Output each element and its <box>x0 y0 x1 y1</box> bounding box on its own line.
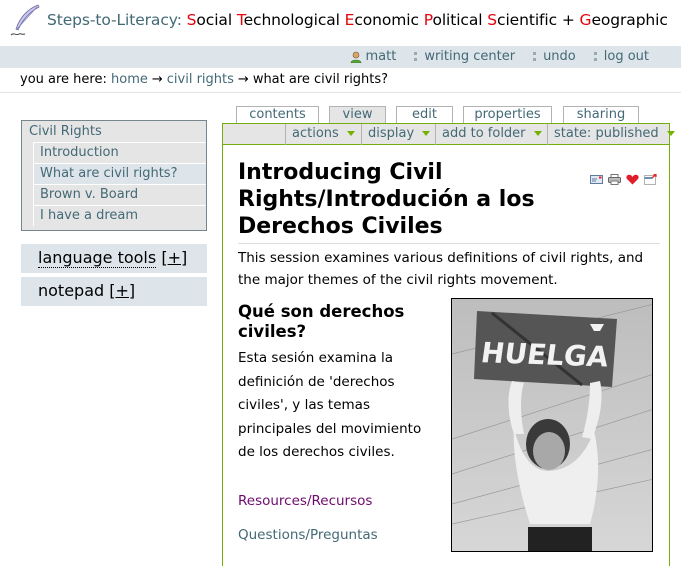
notepad-label: notepad <box>38 281 105 300</box>
questions-link[interactable]: Questions/Preguntas <box>238 527 378 543</box>
subtitle-word: echnological <box>243 11 345 29</box>
nav-item-what-are-civil-rights[interactable]: What are civil rights? <box>33 163 206 184</box>
notepad-toggle[interactable]: [+] <box>109 281 135 300</box>
subtitle-initial: T <box>236 11 244 29</box>
subtitle-initial: E <box>344 11 355 29</box>
dropdown-arrow-icon <box>666 131 675 136</box>
photo-illustration: HUELGA <box>452 299 652 551</box>
breadcrumb-current: what are civil rights? <box>252 72 389 87</box>
tab-sharing[interactable]: sharing <box>563 106 639 123</box>
full-screen-icon[interactable] <box>644 173 657 185</box>
send-mail-icon[interactable] <box>590 174 603 185</box>
site-subtitle: Social Technological Economic Political … <box>187 11 668 29</box>
actions-menu[interactable]: actions <box>285 124 355 145</box>
personal-bar: matt writing center undo log out <box>0 46 681 68</box>
subtitle-word: olitical <box>432 11 488 29</box>
language-tools-toggle[interactable]: [+] <box>161 248 187 267</box>
log-out-label: log out <box>603 49 649 64</box>
document-description: This session examines various definition… <box>238 250 644 288</box>
divider <box>0 92 681 93</box>
writing-center-label: writing center <box>424 49 516 64</box>
add-to-folder-menu[interactable]: add to folder <box>435 124 542 145</box>
site-header: Steps-to-Literacy: Social Technological … <box>0 0 681 44</box>
subtitle-initial: S <box>487 11 498 29</box>
breadcrumb-home[interactable]: home <box>111 72 148 87</box>
log-out-link[interactable]: log out <box>593 49 649 64</box>
display-menu-label: display <box>368 126 415 141</box>
undo-link[interactable]: undo <box>533 49 576 64</box>
tab-properties[interactable]: properties <box>463 106 552 123</box>
subtitle-word: ocial <box>196 11 237 29</box>
navigation-portlet: Civil Rights Introduction What are civil… <box>21 120 207 231</box>
breadcrumb-arrow-icon: → <box>151 72 163 87</box>
resources-link[interactable]: Resources/Recursos <box>238 493 372 509</box>
tab-edit[interactable]: edit <box>396 106 453 123</box>
dropdown-arrow-icon <box>346 131 355 136</box>
bullet-icon <box>533 52 537 61</box>
section-body: Esta sesión examina la definición de 'de… <box>238 350 422 460</box>
sign-text: HUELGA <box>479 336 611 373</box>
huelga-photo: HUELGA <box>451 298 653 552</box>
state-menu[interactable]: state: published <box>547 124 675 145</box>
content-area: Introducing Civil Rights/Introdución a l… <box>222 145 670 566</box>
section-heading: Qué son derechos civiles? <box>238 302 405 341</box>
state-value: published <box>595 126 659 141</box>
add-to-folder-menu-label: add to folder <box>442 126 526 141</box>
nav-item-brown-v-board[interactable]: Brown v. Board <box>33 184 206 205</box>
dropdown-arrow-icon <box>533 131 542 136</box>
subtitle-initial: S <box>186 11 197 29</box>
quill-pen-icon[interactable] <box>8 3 42 39</box>
subtitle-word: conomic <box>354 11 424 29</box>
subtitle-word: eographic <box>591 11 668 29</box>
writing-center-link[interactable]: writing center <box>414 49 515 64</box>
language-tools-label[interactable]: language tools <box>38 248 157 268</box>
document-actions <box>590 173 657 185</box>
breadcrumb: you are here: home → civil rights → what are… <box>20 72 388 87</box>
bullet-icon <box>593 52 597 61</box>
bullet-icon <box>414 52 418 61</box>
display-menu[interactable]: display <box>361 124 431 145</box>
breadcrumb-civil-rights[interactable]: civil rights <box>167 72 234 87</box>
language-tools-portlet[interactable]: language tools [+] <box>21 244 207 273</box>
print-icon[interactable] <box>608 174 621 185</box>
state-label: state: <box>554 126 592 141</box>
title-divider <box>238 243 660 244</box>
subtitle-initial: G <box>579 11 592 29</box>
nav-title[interactable]: Civil Rights <box>22 121 206 142</box>
nav-item-introduction[interactable]: Introduction <box>33 142 206 163</box>
user-link[interactable]: matt <box>350 49 396 64</box>
notepad-portlet[interactable]: notepad [+] <box>21 277 207 306</box>
dropdown-arrow-icon <box>422 131 431 136</box>
site-brand: Steps-to-Literacy: <box>47 11 182 29</box>
favorite-heart-icon[interactable] <box>626 174 639 185</box>
breadcrumb-prefix: you are here: <box>20 72 107 87</box>
content-action-bar: actions display add to folder state: pub… <box>222 123 675 145</box>
user-icon <box>351 51 362 63</box>
site-title[interactable]: Steps-to-Literacy: Social Technological … <box>47 11 668 29</box>
undo-label: undo <box>543 49 576 64</box>
breadcrumb-arrow-icon: → <box>237 72 249 87</box>
document-title: Introducing Civil Rights/Introdución a l… <box>238 160 535 239</box>
user-name: matt <box>365 49 397 64</box>
subtitle-word: cientific + <box>497 11 580 29</box>
tab-contents[interactable]: contents <box>236 106 319 123</box>
tab-view[interactable]: view <box>329 106 386 123</box>
actions-menu-label: actions <box>292 126 339 141</box>
nav-item-i-have-a-dream[interactable]: I have a dream <box>33 205 206 226</box>
